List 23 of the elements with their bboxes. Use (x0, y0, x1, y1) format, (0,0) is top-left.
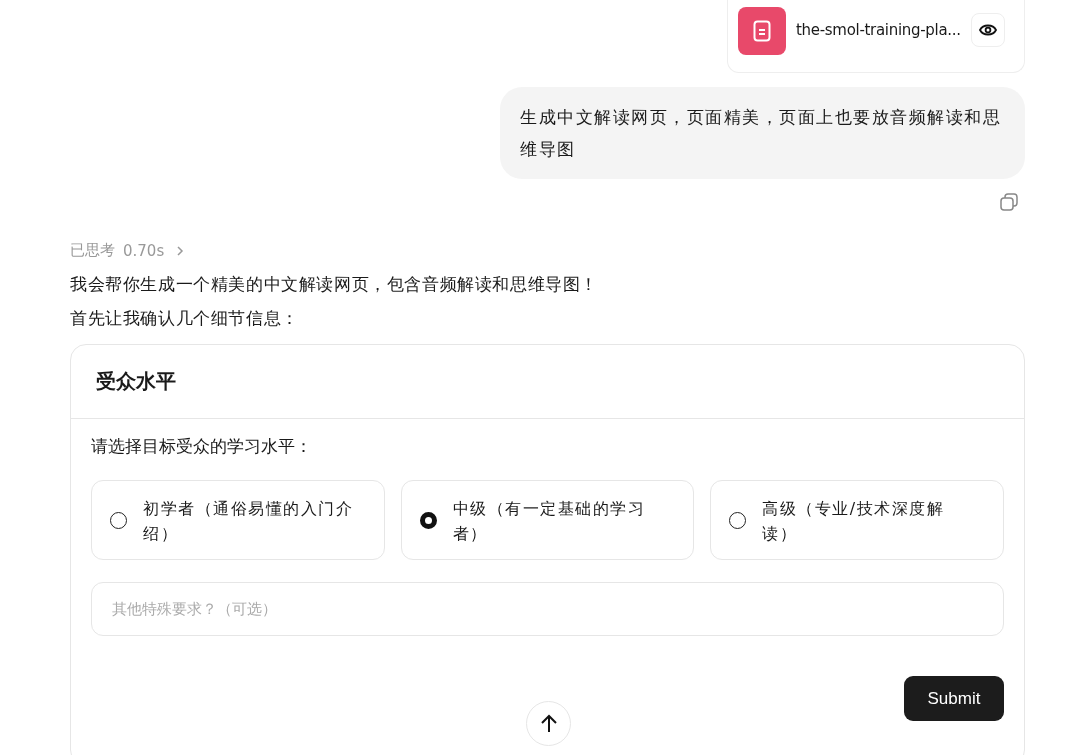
copy-icon[interactable] (1000, 193, 1018, 211)
option-label: 中级（有一定基础的学习者） (452, 498, 647, 545)
chevron-icon (176, 245, 185, 256)
option-label: 高级（专业/技术深度解读） (762, 498, 946, 545)
file-name: the-smol-training-pla... (796, 21, 961, 39)
submit-button[interactable]: Submit (904, 676, 1004, 721)
option-label: 初学者（通俗易懂的入门介绍） (143, 498, 354, 545)
scroll-up-button[interactable] (526, 701, 571, 746)
user-message: 生成中文解读网页，页面精美，页面上也要放音频解读和思维导图 (500, 87, 1025, 179)
assistant-text: 我会帮你生成一个精美的中文解读网页，包含音频解读和思维导图！ (70, 274, 599, 294)
preview-button[interactable] (970, 13, 1005, 47)
eye-icon (978, 23, 997, 37)
option-card[interactable]: 中级（有一定基础的学习者） (400, 480, 695, 560)
assistant-text: 首先让我确认几个细节信息： (70, 308, 300, 328)
panel-title: 受众水平 (96, 368, 176, 395)
radio-button[interactable] (419, 511, 437, 529)
input-field[interactable]: 其他特殊要求？（可选） (91, 582, 1004, 636)
question-text: 请选择目标受众的学习水平： (91, 435, 313, 458)
option-card[interactable]: 高级（专业/技术深度解读） (710, 480, 1004, 560)
option-card[interactable]: 初学者（通俗易懂的入门介绍） (91, 480, 385, 560)
document-icon (738, 7, 786, 55)
arrow-up-icon (539, 713, 558, 734)
attachment-card[interactable]: the-smol-training-pla... (727, 0, 1025, 73)
